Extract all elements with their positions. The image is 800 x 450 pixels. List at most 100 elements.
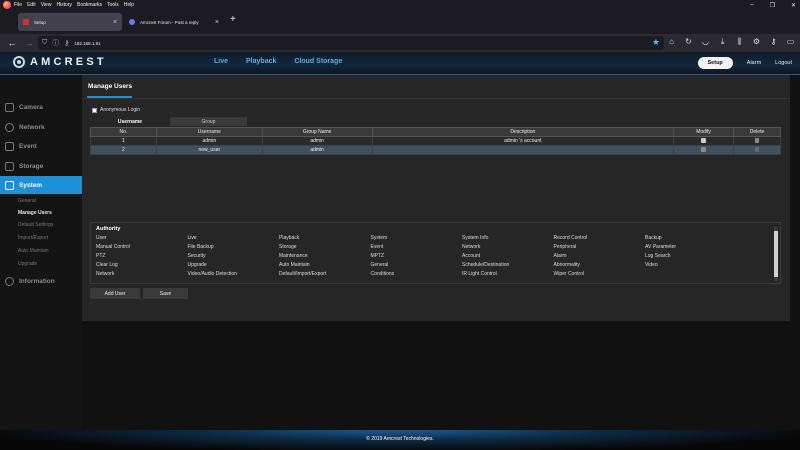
tab-group[interactable]: Group [170, 117, 247, 126]
right-nav: Setup Alarm Logout [697, 57, 792, 69]
add-user-button[interactable]: Add User [90, 288, 140, 299]
cell-username: new_user [155, 145, 263, 155]
cell-description [371, 145, 675, 155]
maximize-button[interactable]: ❐ [770, 2, 775, 9]
back-icon[interactable]: ← [7, 38, 17, 48]
forum-favicon-icon [129, 19, 135, 25]
info-icon [5, 276, 14, 286]
close-tab-icon[interactable]: × [113, 19, 117, 26]
settings-icon[interactable]: ⚙ [751, 37, 762, 47]
page-title: Manage Users [88, 83, 133, 90]
browser-toolbar: ⌂ ↻ ◡ ⤓ ⫼ ⚙ ⚷ ▭ ☰ [666, 37, 800, 47]
pocket-icon[interactable]: ◡ [700, 37, 711, 47]
page-info-icon[interactable]: ⓘ [52, 38, 59, 48]
reload-icon[interactable]: ↻ [683, 37, 694, 47]
event-icon [5, 141, 14, 151]
library-icon[interactable]: ⫼ [734, 37, 745, 47]
browser-tabbar: Setup × Amcrest Forum - Post a reply × [0, 10, 800, 34]
anonymous-login-checkbox[interactable] [92, 107, 97, 113]
url-bar[interactable]: ⛉ ⓘ ⚷ 192.168.1.81 ★ [38, 36, 664, 50]
authority-item: Backup [645, 235, 662, 241]
authority-item: Auto Maintain [279, 262, 310, 268]
nav-live[interactable]: Live [214, 58, 228, 65]
submenu-import-export[interactable]: Import/Export [18, 235, 48, 241]
edit-icon[interactable] [701, 138, 707, 144]
submenu-default-settings[interactable]: Default Settings [18, 222, 53, 228]
camera-lens-icon [13, 56, 25, 68]
save-button[interactable]: Save [143, 288, 188, 299]
menu-tools[interactable]: Tools [107, 2, 119, 8]
authority-item: Clear Log [96, 262, 118, 268]
authority-item: System [370, 235, 388, 241]
table-row[interactable]: 1 admin admin admin 's account [90, 136, 781, 146]
shield-icon[interactable]: ⛉ [42, 39, 47, 47]
menu-history[interactable]: History [56, 2, 72, 8]
logout-link[interactable]: Logout [775, 60, 792, 66]
menu-view[interactable]: View [41, 2, 52, 8]
firefox-logo-icon [3, 1, 11, 9]
url-text[interactable]: 192.168.1.81 [74, 41, 100, 46]
sidebar-item-information[interactable]: Information [0, 272, 82, 290]
cell-no: 1 [90, 136, 157, 146]
cell-delete [733, 145, 781, 155]
close-tab-icon[interactable]: × [215, 19, 219, 26]
submenu-auto-maintain[interactable]: Auto Maintain [18, 248, 49, 254]
tab-username[interactable]: Username [90, 117, 170, 126]
cell-modify [673, 136, 735, 146]
authority-item: Wiper Control [553, 271, 585, 277]
authority-scrollbar[interactable] [774, 227, 778, 281]
system-icon [5, 180, 14, 190]
home-icon[interactable]: ⌂ [666, 37, 677, 47]
authority-item: System Info [462, 235, 489, 241]
storage-icon [5, 161, 14, 171]
authority-item [645, 271, 737, 280]
authority-item: Alarm [553, 253, 567, 259]
minimize-button[interactable]: – [750, 2, 753, 8]
passwords-icon[interactable]: ⚷ [768, 37, 779, 47]
bookmark-star-icon[interactable]: ★ [652, 37, 660, 48]
sidebar-item-system[interactable]: System [0, 176, 90, 194]
col-description: Description [371, 127, 675, 137]
close-window-button[interactable]: ✕ [791, 2, 796, 9]
key-icon[interactable]: ⚷ [64, 39, 69, 47]
menu-bookmarks[interactable]: Bookmarks [77, 2, 102, 8]
globe-icon [5, 122, 14, 132]
submenu-upgrade[interactable]: Upgrade [18, 261, 37, 267]
nav-playback[interactable]: Playback [246, 58, 276, 65]
sidebar-item-event[interactable]: Event [0, 137, 82, 155]
scrollbar-thumb[interactable] [774, 231, 778, 277]
sidebar-item-storage[interactable]: Storage [0, 157, 82, 175]
authority-item: Upgrade [187, 262, 207, 268]
tab-setup[interactable]: Setup × [18, 13, 122, 31]
anonymous-login-label: Anonymous Login [100, 107, 141, 113]
menu-help[interactable]: Help [124, 2, 134, 8]
authority-title: Authority [96, 226, 121, 232]
browser-menubar: File Edit View History Bookmarks Tools H… [0, 0, 800, 10]
sidebar-item-network[interactable]: Network [0, 118, 82, 136]
alarm-link[interactable]: Alarm [747, 60, 761, 66]
authority-item: Record Control [553, 235, 588, 241]
nav-cloud-storage[interactable]: Cloud Storage [294, 58, 342, 65]
sidebar-icon[interactable]: ▭ [785, 37, 796, 47]
downloads-icon[interactable]: ⤓ [717, 37, 728, 47]
authority-item: File Backup [187, 244, 214, 250]
user-tabs: Username Group [90, 117, 247, 126]
submenu-manage-users[interactable]: Manage Users [18, 210, 52, 216]
authority-item: Log Search [645, 253, 671, 259]
edit-icon[interactable] [701, 147, 707, 153]
setup-button[interactable]: Setup [697, 57, 733, 69]
menu-file[interactable]: File [14, 2, 22, 8]
submenu-general[interactable]: General [18, 198, 36, 204]
trash-icon[interactable] [755, 138, 759, 144]
trash-icon[interactable] [755, 147, 759, 153]
authority-item: AV Parameter [645, 244, 677, 250]
sidebar-item-camera[interactable]: Camera [0, 98, 82, 116]
table-row[interactable]: 2 new_user admin [90, 145, 781, 155]
authority-item: Storage [279, 244, 297, 250]
new-tab-button[interactable]: + [230, 14, 236, 25]
forward-icon[interactable]: → [24, 38, 34, 48]
logo-text: AMCREST [30, 56, 107, 68]
menu-edit[interactable]: Edit [27, 2, 36, 8]
col-group-name: Group Name [261, 127, 373, 137]
tab-forum[interactable]: Amcrest Forum - Post a reply × [124, 13, 224, 31]
